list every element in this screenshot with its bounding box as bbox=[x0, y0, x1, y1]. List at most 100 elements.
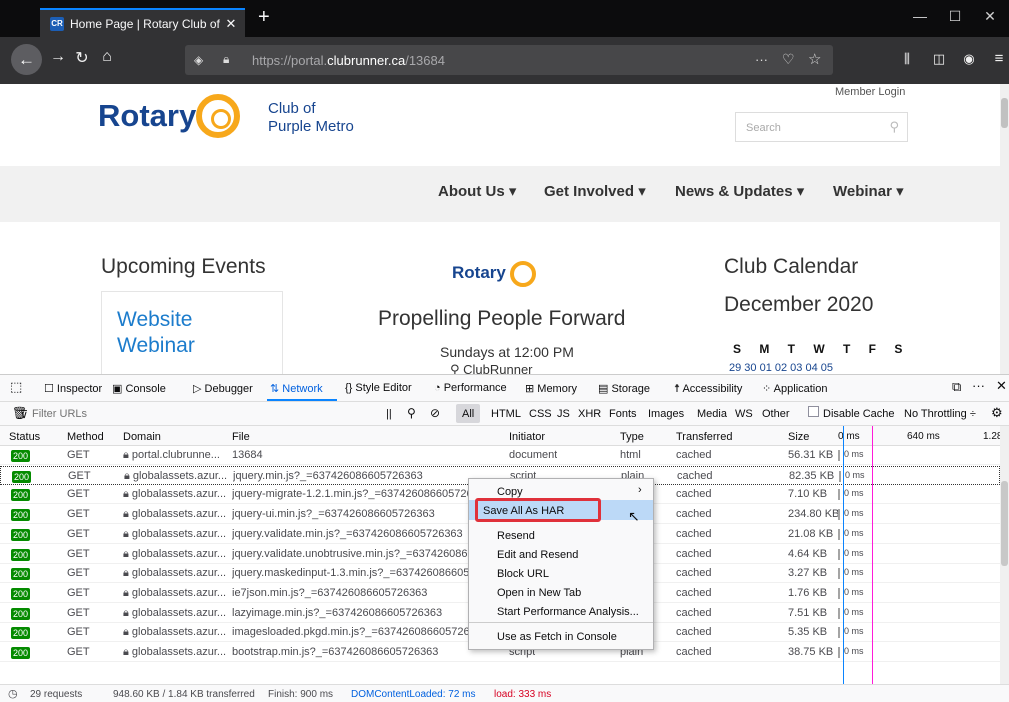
url-text[interactable]: https://portal.clubrunner.ca/13684 bbox=[252, 53, 445, 68]
tab-accessibility[interactable]: ☨ Accessibility bbox=[674, 382, 742, 395]
ctx-resend[interactable]: Resend bbox=[497, 530, 535, 542]
more-options-icon[interactable]: ··· bbox=[972, 378, 985, 393]
library-icon[interactable]: ⫼ bbox=[893, 51, 921, 67]
search-icon[interactable]: ⚲ bbox=[889, 119, 899, 135]
row-domain: 🔒︎ globalassets.azur... bbox=[123, 488, 227, 501]
row-initiator: document bbox=[509, 449, 558, 461]
tab-inspector[interactable]: ☐ Inspector bbox=[44, 382, 102, 395]
tab-style-editor[interactable]: {} Style Editor bbox=[345, 382, 412, 394]
tab-debugger[interactable]: ▷ Debugger bbox=[193, 382, 253, 395]
pocket-icon[interactable]: ♡ bbox=[782, 51, 795, 68]
disable-cache-label[interactable]: Disable Cache bbox=[823, 408, 895, 420]
pick-element-icon[interactable]: ⬚ bbox=[10, 379, 22, 395]
throttling-select[interactable]: No Throttling ÷ bbox=[904, 408, 976, 420]
filter-other[interactable]: Other bbox=[762, 408, 790, 420]
row-size: 5.35 KB bbox=[788, 626, 828, 639]
close-devtools-icon[interactable]: ✕ bbox=[996, 378, 1007, 394]
page-scrollbar[interactable] bbox=[1000, 84, 1009, 374]
tab-storage[interactable]: ▤ Storage bbox=[598, 382, 650, 395]
filter-images[interactable]: Images bbox=[648, 408, 684, 420]
col-file[interactable]: File bbox=[232, 431, 250, 443]
calendar-dates[interactable]: 29 30 01 02 03 04 05 bbox=[729, 362, 833, 374]
browser-tab[interactable]: CR Home Page | Rotary Club of Pu ✕ bbox=[40, 8, 245, 37]
row-method: GET bbox=[67, 567, 90, 580]
menu-icon[interactable]: ≡ bbox=[985, 50, 1009, 67]
row-domain: 🔒︎ globalassets.azur... bbox=[123, 606, 227, 619]
dom-content-loaded-line bbox=[843, 426, 844, 684]
menu-webinar[interactable]: Webinar ▾ bbox=[833, 182, 904, 200]
filter-all[interactable]: All bbox=[462, 408, 474, 420]
ctx-performance-analysis[interactable]: Start Performance Analysis... bbox=[497, 606, 639, 618]
tab-memory[interactable]: ⊞ Memory bbox=[525, 382, 577, 395]
close-tab-icon[interactable]: ✕ bbox=[223, 16, 239, 32]
col-transferred[interactable]: Transferred bbox=[676, 431, 732, 443]
row-method: GET bbox=[67, 547, 90, 560]
tab-performance[interactable]: ◔ Performance bbox=[434, 382, 507, 394]
new-tab-button[interactable]: + bbox=[258, 6, 270, 29]
member-login-link[interactable]: Member Login bbox=[835, 86, 905, 98]
row-transferred: cached bbox=[676, 508, 712, 521]
search-requests-icon[interactable]: ⚲ bbox=[407, 406, 416, 420]
row-method: GET bbox=[67, 586, 90, 599]
upcoming-events-heading: Upcoming Events bbox=[101, 255, 266, 278]
account-icon[interactable]: ◉ bbox=[955, 51, 983, 67]
calendar-weekdays: S M T W T F S bbox=[733, 342, 903, 356]
waterfall-bar bbox=[838, 509, 840, 521]
col-status[interactable]: Status bbox=[9, 431, 40, 443]
close-window-icon[interactable]: ✕ bbox=[975, 8, 1005, 25]
ctx-copy[interactable]: Copy bbox=[497, 486, 523, 498]
shield-icon[interactable]: ◈ bbox=[194, 53, 203, 67]
ctx-block-url[interactable]: Block URL bbox=[497, 568, 549, 580]
filter-xhr[interactable]: XHR bbox=[578, 408, 601, 420]
col-method[interactable]: Method bbox=[67, 431, 104, 443]
status-badge: 200 bbox=[11, 548, 31, 561]
search-input[interactable]: Search ⚲ bbox=[735, 112, 908, 142]
reload-button[interactable]: ↻ bbox=[68, 48, 96, 68]
disable-cache-checkbox[interactable] bbox=[808, 406, 819, 417]
home-button[interactable]: ⌂ bbox=[93, 48, 121, 66]
settings-gear-icon[interactable]: ⚙ bbox=[991, 405, 1003, 421]
row-time: 0 ms bbox=[844, 449, 864, 459]
ctx-fetch-console[interactable]: Use as Fetch in Console bbox=[497, 631, 617, 643]
filter-js[interactable]: JS bbox=[557, 408, 570, 420]
requests-scrollbar[interactable] bbox=[1000, 426, 1009, 684]
row-transferred: cached bbox=[676, 488, 712, 501]
row-domain: 🔒︎ portal.clubrunne... bbox=[123, 449, 220, 461]
lock-icon[interactable]: 🔒︎ bbox=[223, 52, 229, 67]
filter-ws[interactable]: WS bbox=[735, 408, 753, 420]
tab-network[interactable]: ⇅ Network bbox=[270, 382, 323, 395]
bookmark-star-icon[interactable]: ☆ bbox=[808, 50, 821, 68]
event-title[interactable]: Website Webinar bbox=[117, 307, 195, 359]
row-file: 13684 bbox=[232, 449, 263, 461]
tab-application[interactable]: ⁘ Application bbox=[762, 382, 828, 395]
context-menu-separator bbox=[469, 622, 653, 623]
col-initiator[interactable]: Initiator bbox=[509, 431, 545, 443]
col-size[interactable]: Size bbox=[788, 431, 809, 443]
filter-css[interactable]: CSS bbox=[529, 408, 552, 420]
menu-news-updates[interactable]: News & Updates ▾ bbox=[675, 182, 804, 200]
filter-urls-input[interactable]: Filter URLs bbox=[32, 408, 87, 420]
col-type[interactable]: Type bbox=[620, 431, 644, 443]
row-time: 0 ms bbox=[844, 646, 864, 656]
dock-icon[interactable]: ⧉ bbox=[952, 379, 961, 395]
pause-icon[interactable]: || bbox=[386, 408, 392, 420]
tab-console[interactable]: ▣ Console bbox=[112, 382, 166, 395]
rotary-logo[interactable]: Rotary bbox=[98, 98, 196, 134]
sidebar-icon[interactable]: ◫ bbox=[925, 51, 953, 67]
block-icon[interactable]: ⊘ bbox=[430, 406, 440, 420]
back-button[interactable]: ← bbox=[11, 44, 42, 75]
filter-fonts[interactable]: Fonts bbox=[609, 408, 637, 420]
filter-media[interactable]: Media bbox=[697, 408, 727, 420]
minimize-icon[interactable]: — bbox=[905, 8, 935, 24]
ctx-open-new-tab[interactable]: Open in New Tab bbox=[497, 587, 581, 599]
menu-about-us[interactable]: About Us ▾ bbox=[438, 182, 516, 200]
row-file: jquery-migrate-1.2.1.min.js?_=6374260866… bbox=[232, 488, 491, 501]
page-actions-icon[interactable]: ··· bbox=[755, 52, 768, 67]
col-domain[interactable]: Domain bbox=[123, 431, 161, 443]
menu-get-involved[interactable]: Get Involved ▾ bbox=[544, 182, 646, 200]
table-row[interactable]: 200 GET 🔒︎ portal.clubrunne... 13684 documen… bbox=[0, 446, 1000, 465]
ctx-edit-resend[interactable]: Edit and Resend bbox=[497, 549, 578, 561]
ctx-save-all-har[interactable]: Save All As HAR bbox=[483, 505, 564, 517]
filter-html[interactable]: HTML bbox=[491, 408, 521, 420]
maximize-icon[interactable]: ☐ bbox=[940, 8, 970, 25]
